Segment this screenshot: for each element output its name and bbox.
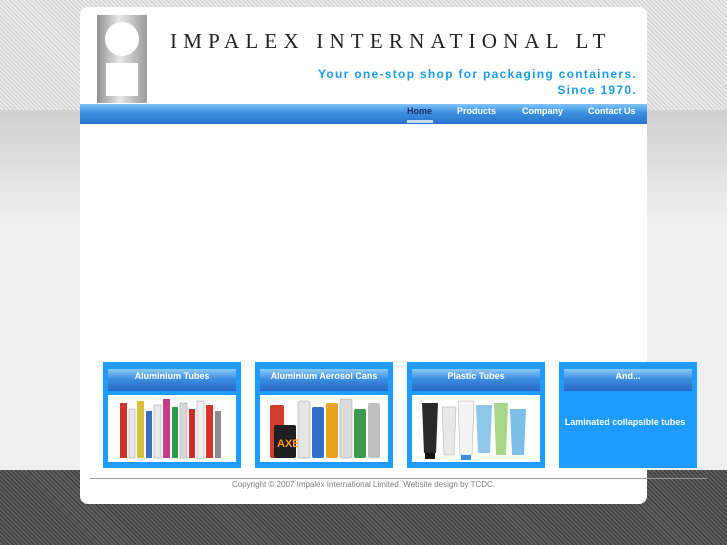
card-title[interactable]: Plastic Tubes	[412, 369, 540, 391]
aluminium-tubes-photo[interactable]	[108, 395, 236, 462]
card-aluminium-aerosol-cans[interactable]: Aluminium Aerosol Cans AXE	[255, 362, 393, 468]
hero-area	[80, 124, 647, 354]
nav-contact-us[interactable]: Contact Us	[588, 106, 636, 116]
nav-company[interactable]: Company	[522, 106, 563, 116]
aerosol-cans-photo[interactable]: AXE	[260, 395, 388, 462]
tagline: Your one-stop shop for packaging contain…	[318, 66, 637, 98]
footer-divider	[90, 478, 707, 479]
nav-products[interactable]: Products	[457, 106, 496, 116]
card-title[interactable]: And...	[564, 369, 692, 391]
copyright-text: Copyright © 2007 Impalex International L…	[231, 480, 496, 489]
card-and-more[interactable]: And... Laminated collapsible tubes	[559, 362, 697, 468]
tagline-line-1: Your one-stop shop for packaging contain…	[317, 67, 637, 81]
nav-home[interactable]: Home	[407, 106, 432, 116]
company-logo[interactable]	[97, 15, 147, 103]
card-description[interactable]: Laminated collapsible tubes	[561, 416, 689, 429]
svg-text:AXE: AXE	[277, 438, 300, 450]
card-aluminium-tubes[interactable]: Aluminium Tubes	[103, 362, 241, 468]
company-name: IMPALEX INTERNATIONAL LT	[170, 29, 612, 53]
card-title[interactable]: Aluminium Tubes	[108, 369, 236, 391]
plastic-tubes-photo[interactable]	[412, 395, 540, 462]
page-container: IMPALEX INTERNATIONAL LT Your one-stop s…	[80, 7, 707, 504]
card-plastic-tubes[interactable]: Plastic Tubes	[407, 362, 545, 468]
logo-square	[106, 63, 138, 96]
logo-circle	[105, 22, 139, 56]
main-navigation: Home Products Company Contact Us	[80, 104, 647, 124]
nav-active-indicator	[407, 120, 433, 123]
tagline-line-2: Since 1970.	[557, 83, 637, 97]
card-title[interactable]: Aluminium Aerosol Cans	[260, 369, 388, 391]
